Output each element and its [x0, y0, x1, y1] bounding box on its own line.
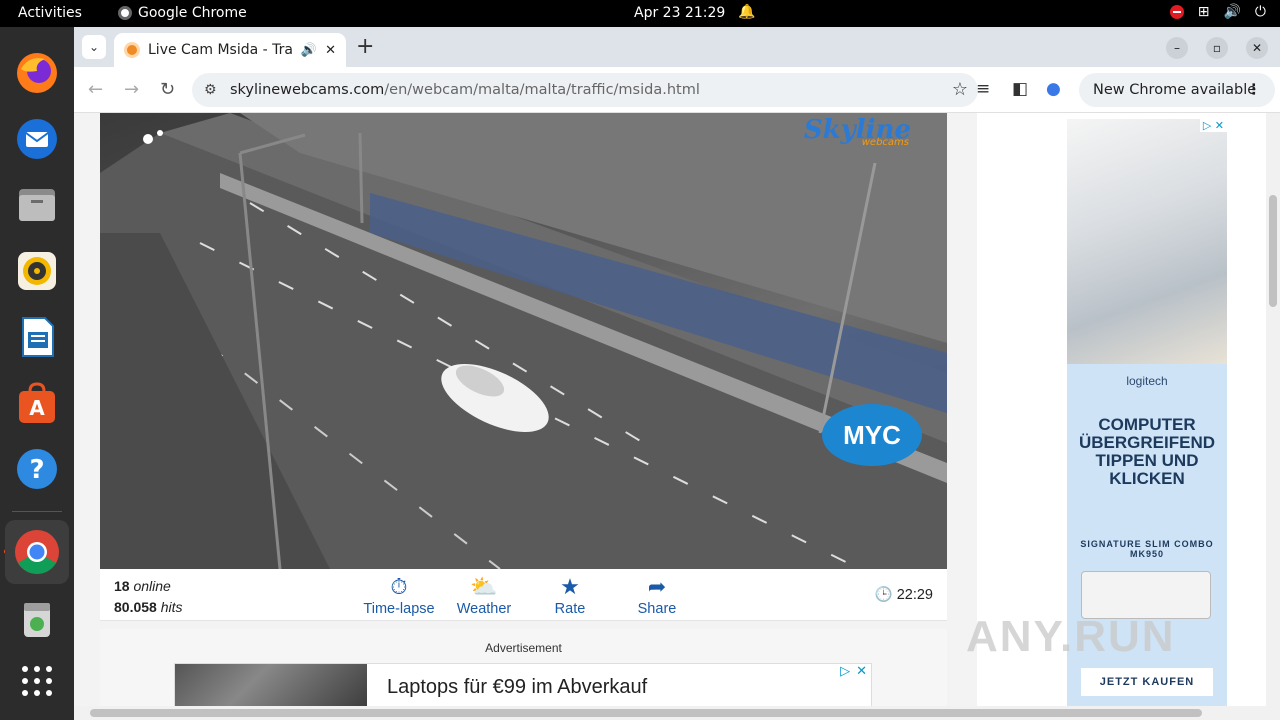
help-icon[interactable]: ? [13, 445, 61, 493]
share-icon: ➦ [647, 574, 667, 599]
horizontal-scroll-thumb[interactable] [90, 709, 1202, 717]
tab-search-button[interactable]: ⌄ [82, 35, 106, 59]
browser-toolbar: ← → ↻ ⚙ skylinewebcams.com/en/webcam/mal… [74, 67, 1280, 113]
site-info-icon[interactable]: ⚙ [204, 73, 217, 107]
bookmark-star-icon[interactable]: ☆ [952, 73, 968, 107]
volume-icon[interactable]: 🔊 [1223, 4, 1240, 20]
address-bar[interactable]: ⚙ skylinewebcams.com/en/webcam/malta/mal… [192, 73, 978, 107]
webcam-video[interactable]: Skyline webcams MYC [100, 113, 947, 569]
online-count: 18 [114, 578, 130, 594]
ad-cta-button[interactable]: JETZT KAUFEN [1081, 668, 1213, 696]
timelapse-icon: ⏱ [390, 574, 408, 599]
profile-avatar-icon[interactable]: ● [1046, 79, 1061, 99]
adchoices-icon[interactable]: ▷ [840, 664, 850, 679]
url-domain: skylinewebcams.com [230, 82, 385, 98]
main-column: Skyline webcams MYC 18 online 80.058 hit… [100, 113, 947, 706]
ad-close-icon[interactable]: ✕ [1215, 119, 1224, 132]
rate-label: Rate [554, 601, 586, 617]
ad-headline: COMPUTER ÜBERGREIFEND TIPPEN UND KLICKEN [1078, 415, 1215, 488]
url-path: /en/webcam/malta/malta/traffic/msida.htm… [384, 82, 700, 98]
thunderbird-icon[interactable] [13, 115, 61, 163]
ad-banner[interactable]: Laptops für €99 im Abverkauf ▷ ✕ [174, 663, 872, 706]
skyline-favicon-icon [124, 42, 140, 58]
firefox-icon[interactable] [13, 49, 61, 97]
clock[interactable]: Apr 23 21:29 [634, 5, 725, 21]
tab-strip: ⌄ Live Cam Msida - Traffic 🔊 ✕ + – ▫ ✕ [74, 27, 1280, 67]
chrome-icon[interactable] [5, 520, 69, 584]
share-label: Share [637, 601, 677, 617]
local-time-value: 22:29 [896, 587, 933, 603]
activities-button[interactable]: Activities [18, 5, 82, 21]
media-control-icon[interactable]: ≡ [976, 79, 990, 99]
ad-choices[interactable]: ▷ ✕ [840, 664, 867, 679]
recording-icon[interactable] [1169, 5, 1184, 19]
side-ad-choices[interactable]: ▷ ✕ [1199, 119, 1227, 132]
weather-label: Weather [456, 601, 512, 617]
vertical-scroll-thumb[interactable] [1269, 195, 1277, 307]
horizontal-scrollbar[interactable] [74, 706, 1280, 720]
app-center-icon[interactable]: A [13, 379, 61, 427]
advertisement-label: Advertisement [485, 641, 562, 655]
reload-button[interactable]: ↻ [160, 79, 175, 100]
ad-photo[interactable] [1067, 119, 1227, 364]
new-tab-button[interactable]: + [356, 35, 374, 59]
myc-overlay-logo: MYC [822, 404, 922, 466]
webcam-stats: 18 online 80.058 hits [114, 576, 183, 618]
star-icon: ★ [560, 574, 580, 599]
online-label: online [133, 578, 171, 594]
tab-title: Live Cam Msida - Traffic [148, 42, 293, 58]
tab-live-cam[interactable]: Live Cam Msida - Traffic 🔊 ✕ [114, 33, 346, 67]
timelapse-label: Time-lapse [363, 601, 435, 617]
ad-image[interactable] [175, 664, 367, 706]
rate-button[interactable]: ★ Rate [550, 573, 590, 617]
skyline-logo-sub: webcams [861, 137, 909, 148]
ad-close-icon[interactable]: ✕ [856, 664, 867, 679]
system-tray[interactable]: ⊞ 🔊 ⏻ [1169, 4, 1266, 20]
trash-icon[interactable] [13, 595, 61, 643]
ad-brand: logitech [1126, 374, 1168, 388]
hits-count: 80.058 [114, 599, 157, 615]
power-icon[interactable]: ⏻ [1255, 4, 1266, 20]
dock-separator [12, 511, 62, 512]
share-button[interactable]: ➦ Share [633, 573, 681, 617]
close-tab-icon[interactable]: ✕ [325, 43, 336, 58]
adchoices-icon[interactable]: ▷ [1203, 119, 1211, 132]
rhythmbox-icon[interactable] [13, 247, 61, 295]
notification-bell-icon[interactable]: 🔔 [738, 4, 755, 20]
writer-icon[interactable] [13, 313, 61, 361]
show-apps-icon[interactable] [13, 657, 61, 705]
svg-text:?: ? [29, 455, 44, 485]
update-label: New Chrome available [1093, 82, 1257, 98]
more-menu-icon[interactable]: ⋮ [1247, 73, 1262, 107]
audio-playing-icon[interactable]: 🔊 [301, 43, 317, 58]
timelapse-button[interactable]: ⏱ Time-lapse [361, 573, 437, 617]
chrome-update-button[interactable]: New Chrome available ⋮ [1079, 73, 1275, 107]
svg-text:A: A [29, 396, 45, 420]
ad-product-name: SIGNATURE SLIM COMBO MK950 [1080, 539, 1214, 559]
anyrun-watermark: ANY.RUN [966, 612, 1176, 661]
weather-icon: ⛅ [470, 574, 498, 599]
close-window-button[interactable]: ✕ [1246, 37, 1268, 59]
forward-button[interactable]: → [124, 79, 139, 100]
clock-icon: 🕒 [874, 587, 893, 603]
side-panel-icon[interactable]: ◧ [1012, 79, 1028, 99]
webcam-info-bar: 18 online 80.058 hits ⏱ Time-lapse ⛅ Wea… [100, 569, 947, 621]
network-icon[interactable]: ⊞ [1198, 4, 1210, 20]
dock: A ? [0, 27, 74, 720]
system-top-bar: Activities Google Chrome Apr 23 21:29 🔔 … [0, 0, 1280, 27]
hits-label: hits [160, 599, 183, 615]
maximize-button[interactable]: ▫ [1206, 37, 1228, 59]
vertical-scrollbar[interactable] [1266, 113, 1280, 706]
ad-headline[interactable]: Laptops für €99 im Abverkauf [387, 676, 647, 699]
chrome-small-icon [118, 6, 132, 20]
app-name: Google Chrome [138, 5, 247, 21]
weather-button[interactable]: ⛅ Weather [454, 573, 514, 617]
advertisement-block: Advertisement Laptops für €99 im Abverka… [100, 629, 947, 706]
files-icon[interactable] [13, 181, 61, 229]
back-button[interactable]: ← [88, 79, 103, 100]
app-menu[interactable]: Google Chrome [118, 5, 247, 21]
minimize-button[interactable]: – [1166, 37, 1188, 59]
local-time: 🕒 22:29 [875, 586, 933, 603]
